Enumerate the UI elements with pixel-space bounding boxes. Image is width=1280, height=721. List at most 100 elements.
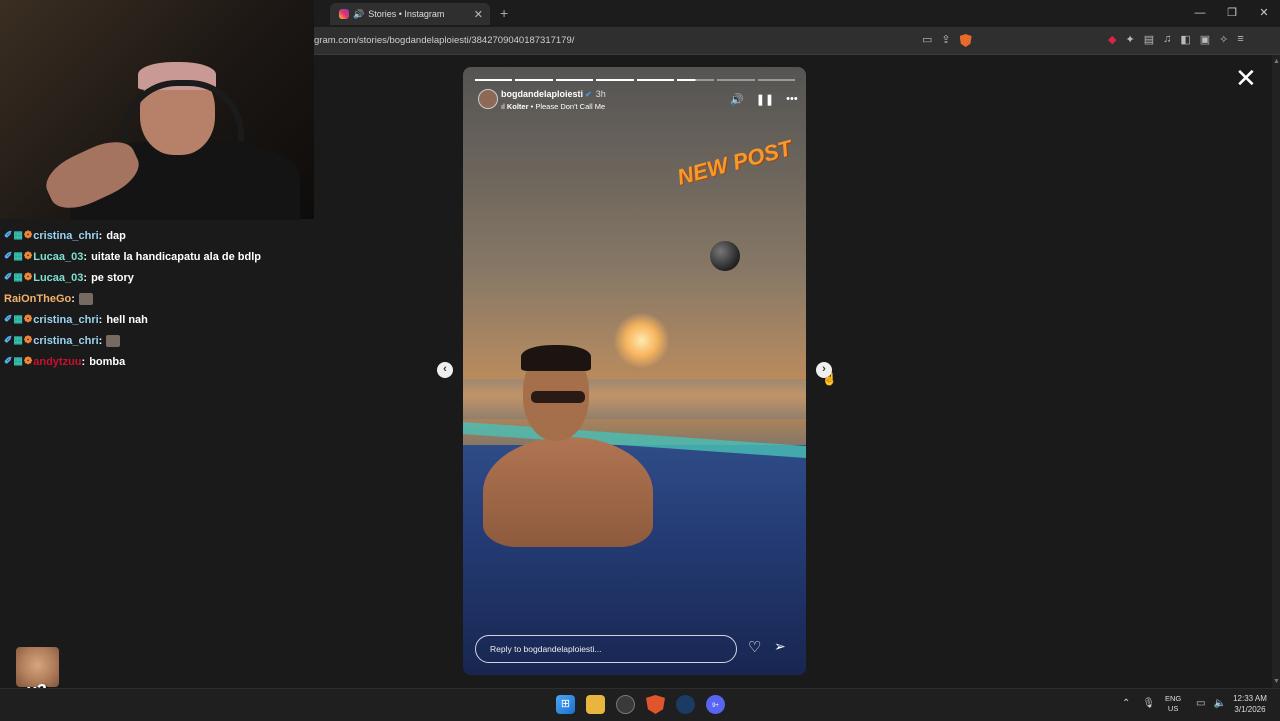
address-bar-icons: ▭ ⇪ <box>922 33 972 47</box>
minimize-button[interactable]: — <box>1184 0 1216 27</box>
network-icon[interactable]: ▭ <box>1196 698 1205 709</box>
chat-username[interactable]: cristina_chri <box>33 230 98 242</box>
chat-colon: : <box>83 271 88 284</box>
steam-icon[interactable] <box>676 695 695 714</box>
story-header: bogdandelaploiesti ✔ 3h <box>501 89 606 99</box>
pause-icon[interactable]: ❚❚ <box>756 93 774 106</box>
sword-badge-icon: ✐ <box>4 335 13 346</box>
chat-message: ✐ ▦ ❁ Lucaa_03: pe story <box>4 267 314 288</box>
story-username[interactable]: bogdandelaploiesti <box>501 89 583 99</box>
chat-emote-icon <box>78 292 93 305</box>
bomb-sticker <box>710 241 740 271</box>
chat-username[interactable]: cristina_chri <box>33 314 98 326</box>
brave-browser-icon[interactable] <box>646 695 665 714</box>
story-controls: 🔊 ❚❚ ••• <box>730 93 798 106</box>
media-icon[interactable]: ♫ <box>1163 33 1171 46</box>
flower-badge-icon: ❁ <box>23 335 33 346</box>
tab-close-icon[interactable]: ✕ <box>474 8 483 21</box>
sword-badge-icon: ✐ <box>4 356 13 367</box>
speaker-icon[interactable]: 🔊 <box>353 9 364 20</box>
sub-badge-icon: ▦ <box>13 335 23 346</box>
reader-icon[interactable]: ▤ <box>1144 33 1154 46</box>
taskbar: ⊞ 9+ ⌃ 🎙 ENG US ▭ 🔈 12:33 AM 3/1/2026 <box>0 688 1280 721</box>
sword-badge-icon: ✐ <box>4 251 13 262</box>
extension-icon[interactable]: ◆ <box>1108 33 1116 46</box>
extension-icons: ◆ ✦ ▤ ♫ ◧ ▣ ✧ ≡ <box>1108 33 1244 46</box>
hand-cursor-icon: ☝ <box>822 372 837 386</box>
chat-username[interactable]: andytzuu <box>33 356 81 368</box>
sunglasses <box>531 391 585 403</box>
music-artist: Kolter <box>506 102 529 111</box>
chat-text: bomba <box>89 355 126 368</box>
sword-badge-icon: ✐ <box>4 272 13 283</box>
wallet-icon[interactable]: ▣ <box>1200 33 1210 46</box>
file-explorer-icon[interactable] <box>586 695 605 714</box>
brave-shields-icon[interactable] <box>959 34 972 47</box>
chat-username[interactable]: RaiOnTheGo <box>4 293 71 305</box>
discord-icon[interactable]: 9+ <box>706 695 725 714</box>
windows-start-icon[interactable]: ⊞ <box>556 695 575 714</box>
tab-title: Stories • Instagram <box>368 9 445 19</box>
chat-message: ✐ ▦ ❁ cristina_chri: dap <box>4 225 314 246</box>
leo-ai-icon[interactable]: ✧ <box>1219 33 1228 46</box>
chat-text: uitate la handicapatu ala de bdlp <box>91 250 261 263</box>
chevron-up-icon[interactable]: ⌃ <box>1122 698 1130 709</box>
send-icon[interactable]: ➢ <box>774 638 786 655</box>
flower-badge-icon: ❁ <box>23 230 33 241</box>
progress-segment <box>596 79 634 81</box>
chat-text: dap <box>106 229 126 242</box>
story-card[interactable]: NEW POST bogdandelaploiesti ✔ 3h ıl Kolter… <box>463 67 806 675</box>
lang-code: ENG <box>1165 694 1182 703</box>
chat-text: hell nah <box>106 313 148 326</box>
language-indicator[interactable]: ENG US <box>1165 694 1181 714</box>
window-controls: — ❐ ✕ <box>1184 0 1280 27</box>
sword-badge-icon: ✐ <box>4 314 13 325</box>
chat-message: ✐ ▦ ❁ Lucaa_03: uitate la handicapatu ala de… <box>4 246 314 267</box>
tab-instagram-stories[interactable]: 🔊 Stories • Instagram ✕ <box>330 3 490 25</box>
story-music[interactable]: ıl Kolter • Please Don't Call Me <box>501 102 605 111</box>
new-tab-button[interactable]: + <box>500 5 508 21</box>
close-window-button[interactable]: ✕ <box>1248 0 1280 27</box>
taskbar-apps: ⊞ 9+ <box>556 695 725 714</box>
restore-button[interactable]: ❐ <box>1216 0 1248 27</box>
menu-icon[interactable]: ≡ <box>1237 33 1243 46</box>
sub-badge-icon: ▦ <box>13 251 23 262</box>
scrollbar[interactable]: ▲ ▼ <box>1272 55 1280 688</box>
sea-horizon <box>463 379 806 419</box>
scroll-down-icon[interactable]: ▼ <box>1273 678 1280 685</box>
mute-icon[interactable]: 🔊 <box>730 93 744 106</box>
microphone-icon[interactable]: 🎙 <box>1142 698 1155 709</box>
chat-colon: : <box>98 229 103 242</box>
reply-input[interactable] <box>488 643 722 655</box>
scroll-up-icon[interactable]: ▲ <box>1273 58 1280 65</box>
chat-message: ✐ ▦ ❁ andytzuu: bomba <box>4 351 314 372</box>
clock-time: 12:33 AM <box>1233 694 1267 703</box>
progress-segment <box>757 79 795 81</box>
sidebar-icon[interactable]: ◧ <box>1180 33 1190 46</box>
clock[interactable]: 12:33 AM 3/1/2026 <box>1228 693 1272 715</box>
previous-story-button[interactable]: ‹ <box>437 362 453 378</box>
avatar[interactable] <box>478 89 498 109</box>
close-story-button[interactable]: ✕ <box>1235 65 1257 91</box>
chat-username[interactable]: Lucaa_03 <box>33 272 83 284</box>
sub-badge-icon: ▦ <box>13 230 23 241</box>
verified-badge-icon: ✔ <box>585 90 592 99</box>
story-time: 3h <box>595 89 606 99</box>
like-heart-icon[interactable]: ♡ <box>748 638 761 656</box>
music-title: Please Don't Call Me <box>535 102 606 111</box>
progress-segment <box>717 79 755 81</box>
chat-username[interactable]: cristina_chri <box>33 335 98 347</box>
chat-colon: : <box>81 355 86 368</box>
chat-colon: : <box>98 334 103 347</box>
url-field[interactable]: gram.com/stories/bogdandelaploiesti/3842… <box>314 35 574 46</box>
puzzle-icon[interactable]: ✦ <box>1125 33 1134 46</box>
share-icon[interactable]: ⇪ <box>941 33 950 47</box>
volume-icon[interactable]: 🔈 <box>1213 698 1225 709</box>
obs-icon[interactable] <box>616 695 635 714</box>
chat-username[interactable]: Lucaa_03 <box>33 251 83 263</box>
chat-text: pe story <box>91 271 134 284</box>
more-options-icon[interactable]: ••• <box>786 93 798 106</box>
progress-segment <box>475 79 513 81</box>
cast-icon[interactable]: ▭ <box>922 33 932 47</box>
progress-segment <box>676 79 715 81</box>
